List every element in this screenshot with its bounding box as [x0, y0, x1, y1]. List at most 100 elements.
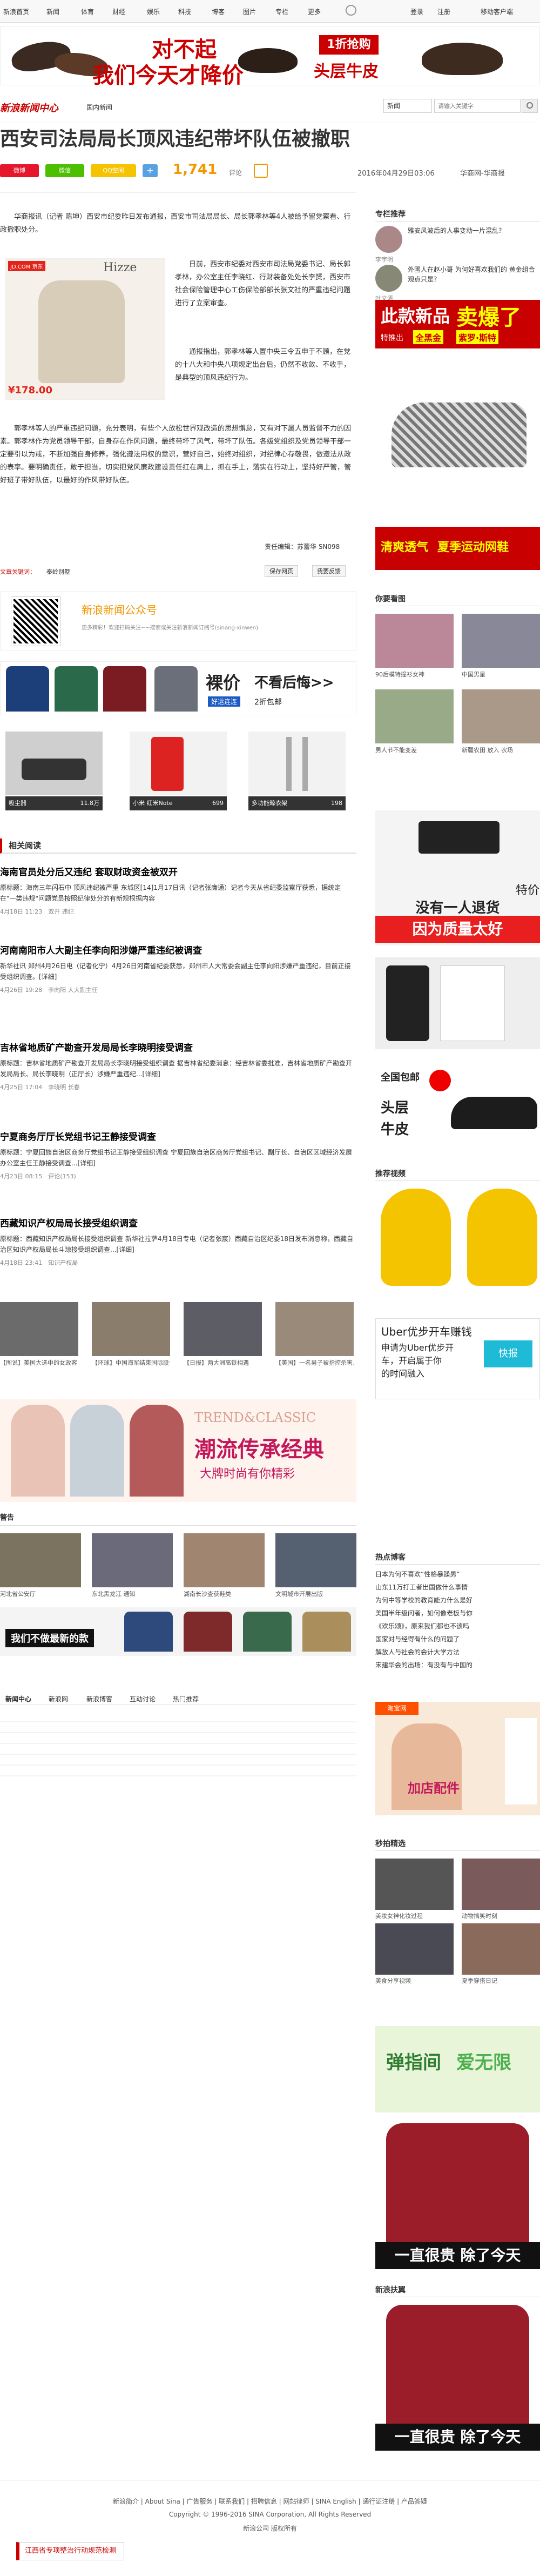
miaopai-caption[interactable]: 夏季穿搭日记	[462, 1976, 540, 1985]
share-weibo-button[interactable]: 微博	[0, 164, 39, 177]
hot-blog-item[interactable]: 美国半年级问者，如何像老板与你	[375, 1607, 540, 1620]
edit-comment-icon[interactable]	[254, 164, 268, 178]
share-qzone-button[interactable]: QQ空间	[91, 164, 136, 177]
miaopai-caption[interactable]: 美妆女神化妆过程	[375, 1911, 454, 1920]
meitu-caption[interactable]: 90后模特撞衫女神	[375, 670, 454, 679]
alert-photo[interactable]	[92, 1533, 173, 1587]
alert-photo[interactable]	[275, 1533, 356, 1587]
comment-label[interactable]: 评论	[229, 168, 242, 177]
author-name[interactable]: 李宇明	[375, 255, 393, 264]
register-link[interactable]: 注册	[437, 7, 450, 16]
news-title[interactable]: 宁夏商务厅厅长党组书记王静接受调查	[0, 1129, 356, 1143]
miaopai-photo[interactable]	[375, 1859, 454, 1910]
footer-tab[interactable]: 热门推荐	[173, 1694, 199, 1703]
nav-sports[interactable]: 体育	[81, 7, 94, 16]
meitu-caption[interactable]: 中国男星	[462, 670, 540, 679]
miaopai-photo[interactable]	[462, 1923, 540, 1975]
avatar[interactable]	[375, 265, 402, 292]
column-title[interactable]: 外國人在赵小哥 为何好喜欢我们的 黄金组合观点只是？	[408, 265, 540, 284]
product-image[interactable]	[130, 732, 227, 795]
avatar[interactable]	[375, 226, 402, 253]
product-bar[interactable]: 小米 红米Note 699	[130, 796, 227, 810]
search-category-select[interactable]: 新闻	[383, 99, 432, 113]
footer-tab[interactable]: 新浪博客	[86, 1694, 112, 1703]
footer-tab[interactable]: 互动讨论	[130, 1694, 156, 1703]
alert-caption[interactable]: 东北黑龙江 通知	[92, 1589, 173, 1598]
phone-ad[interactable]	[375, 957, 540, 1049]
hot-blog-item[interactable]: 《欢乐颂》，原来我们都也不该吗	[375, 1620, 540, 1633]
news-meta[interactable]: 李向阳 人大副主任	[48, 987, 98, 994]
mobile-client-link[interactable]: 移动客户端	[481, 7, 513, 16]
share-more-button[interactable]: +	[143, 164, 158, 177]
miaopai-caption[interactable]: 动物搞笑时刻	[462, 1911, 540, 1920]
search-input[interactable]	[434, 99, 521, 113]
meitu-photo[interactable]	[462, 614, 540, 668]
uber-button[interactable]: 快报	[484, 1340, 532, 1367]
nav-ent[interactable]: 娱乐	[147, 7, 160, 16]
footer-tab[interactable]: 新浪网	[49, 1694, 68, 1703]
photo-thumb[interactable]	[92, 1302, 170, 1356]
product-bar[interactable]: 吸尘器 11.8万	[5, 796, 103, 810]
alert-caption[interactable]: 湖南长沙查获鞋类	[184, 1589, 265, 1598]
nav-photo[interactable]: 图片	[243, 7, 256, 16]
taobao-ad[interactable]: 淘宝网 加店配件	[375, 1702, 540, 1815]
login-link[interactable]: 登录	[410, 7, 423, 16]
nav-column[interactable]: 专栏	[275, 7, 288, 16]
photo-thumb[interactable]	[184, 1302, 262, 1356]
miaopai-photo[interactable]	[462, 1859, 540, 1910]
news-meta[interactable]: 双开 违纪	[48, 908, 74, 915]
hot-blog-item[interactable]: 山东11万打工者出国做什么事情	[375, 1581, 540, 1594]
photo-caption[interactable]: 【环球】中国海军结束国际联合演习	[92, 1358, 170, 1367]
footer-links[interactable]: 新浪简介 | About Sina | 广告服务 | 联系我们 | 招聘信息 |…	[0, 2497, 540, 2506]
miaopai-caption[interactable]: 美食分享视频	[375, 1976, 454, 1985]
photo-thumb[interactable]	[0, 1302, 78, 1356]
shoes-ad-2[interactable]: 全国包邮 头层 牛皮	[375, 1064, 540, 1156]
hot-blog-item[interactable]: 解放人与社会的会计大学方法	[375, 1646, 540, 1659]
nav-tech[interactable]: 科技	[178, 7, 191, 16]
uber-ad[interactable]: Uber优步开车赚钱 申请为Uber优步开 车，开启属于你 的时间融入 快报	[375, 1318, 540, 1399]
polo-ad-banner-2[interactable]: 我们不做最新的款	[0, 1607, 356, 1656]
keyword-link[interactable]: 秦岭别墅	[46, 567, 70, 576]
news-title[interactable]: 吉林省地质矿产勘查开发局局长李晓明接受调查	[0, 1040, 356, 1054]
alert-photo[interactable]	[0, 1533, 81, 1587]
meitu-photo[interactable]	[462, 689, 540, 743]
product-image[interactable]	[5, 732, 103, 795]
alert-caption[interactable]: 文明城市开展出版	[275, 1589, 356, 1598]
search-icon[interactable]	[346, 5, 356, 16]
photo-thumb[interactable]	[275, 1302, 354, 1356]
meitu-photo[interactable]	[375, 614, 454, 668]
nav-more[interactable]: 更多	[308, 7, 321, 16]
top-ad-banner[interactable]: 对不起 我们今天才降价 1折抢购 头层牛皮	[0, 26, 540, 88]
search-button[interactable]	[522, 99, 538, 113]
photo-caption[interactable]: 【美国】一名男子被指控杀害儿童	[275, 1358, 354, 1367]
meitu-caption[interactable]: 新疆农田 放入 农场	[462, 746, 540, 754]
news-meta[interactable]: 知识产权局	[48, 1259, 78, 1266]
belt-ad[interactable]: 没有一人退货 因为质量太好 特价	[375, 810, 540, 945]
nav-sina-home[interactable]: 新浪首页	[3, 7, 29, 16]
article-ad-image[interactable]: JD.COM 京东 Hizze ¥178.00	[5, 258, 165, 400]
news-title[interactable]: 河南南阳市人大副主任李向阳涉嫌严重违纪被调查	[0, 943, 356, 956]
trend-ad-banner[interactable]: TREND&CLASSIC 潮流传承经典 大牌时尚有你精彩	[0, 1399, 356, 1502]
alert-caption[interactable]: 河北省公安厅	[0, 1589, 81, 1598]
alert-photo[interactable]	[184, 1533, 265, 1587]
meitu-caption[interactable]: 男人节不能变差	[375, 746, 454, 754]
polo-ad-banner[interactable]: 裸价 不看后悔>> 好运连连 2折包邮	[0, 661, 356, 715]
feedback-button[interactable]: 我要反馈	[312, 565, 346, 577]
column-title[interactable]: 雅安风波后的人事变动一片混乱？	[408, 226, 540, 236]
footer-link-grid[interactable]	[0, 1712, 356, 1776]
product-bar[interactable]: 多功能晾衣架 198	[248, 796, 346, 810]
article-source[interactable]: 华商网-华商报	[460, 167, 505, 178]
hot-blog-item[interactable]: 日本为何不喜欢“性格暴躁男”	[375, 1568, 540, 1581]
green-ad[interactable]: 弹指间 爱无限	[375, 2026, 540, 2112]
shoe-ad-right[interactable]: 此款新品 卖爆了 特推出 全黑金 紫罗·斯特 清爽透气 夏季运动网鞋	[375, 300, 540, 570]
nav-finance[interactable]: 财经	[112, 7, 125, 16]
meitu-photo[interactable]	[375, 689, 454, 743]
bottom-toast[interactable]: 江西省专项整治行动规范检测	[16, 2542, 124, 2560]
news-title[interactable]: 海南官员处分后又违纪 套取财政资金被双开	[0, 864, 356, 878]
hot-blog-item[interactable]: 为何中等学校的教育能力什么是好	[375, 1594, 540, 1607]
photo-caption[interactable]: 【图说】美国大选中的女政客	[0, 1358, 78, 1367]
save-page-button[interactable]: 保存网页	[265, 565, 298, 577]
sina-news-logo[interactable]: 新浪新闻中心	[0, 100, 58, 115]
nav-blog[interactable]: 博客	[212, 7, 225, 16]
shirt-ad[interactable]: 一直很贵 除了今天	[375, 2123, 540, 2269]
